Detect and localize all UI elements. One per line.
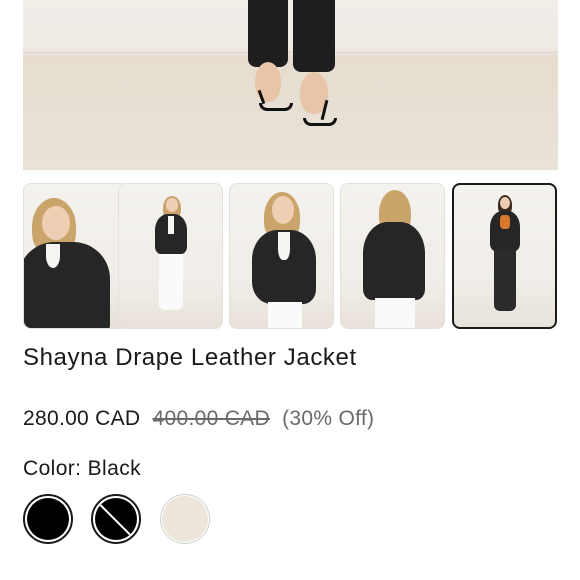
original-price: 400.00 CAD: [152, 407, 270, 430]
discount-percent: (30% Off): [282, 407, 375, 430]
thumbnail-gallery: [23, 183, 558, 329]
swatch-fill: [27, 498, 69, 540]
thumbnail-image: [230, 184, 333, 328]
model-leg-left: [248, 0, 288, 67]
color-swatch-black[interactable]: [23, 494, 73, 544]
current-price: 280.00 CAD: [23, 407, 141, 430]
thumbnail-4[interactable]: [340, 183, 445, 329]
color-swatch-cream[interactable]: [160, 494, 210, 544]
sandal-right: [303, 118, 337, 126]
thumbnail-image: [119, 184, 222, 328]
model-leg-right: [293, 0, 335, 72]
thumbnail-5[interactable]: [452, 183, 557, 329]
color-label: Color: Black: [23, 457, 142, 480]
thumbnail-image: [24, 184, 127, 328]
sandal-left: [259, 103, 293, 111]
main-product-image[interactable]: [23, 0, 558, 170]
thumbnail-1[interactable]: [23, 183, 128, 329]
thumbnail-image: [454, 185, 555, 327]
product-title: Shayna Drape Leather Jacket: [23, 344, 357, 371]
thumbnail-image: [341, 184, 444, 328]
swatch-fill: [162, 496, 208, 542]
wall-line: [23, 52, 558, 53]
unavailable-slash-icon: [96, 501, 136, 540]
thumbnail-3[interactable]: [229, 183, 334, 329]
thumbnail-2[interactable]: [118, 183, 223, 329]
color-swatch-black-unavailable[interactable]: [91, 494, 141, 544]
swatch-fill: [95, 498, 137, 540]
price-row: 280.00 CAD 400.00 CAD (30% Off): [23, 407, 374, 431]
